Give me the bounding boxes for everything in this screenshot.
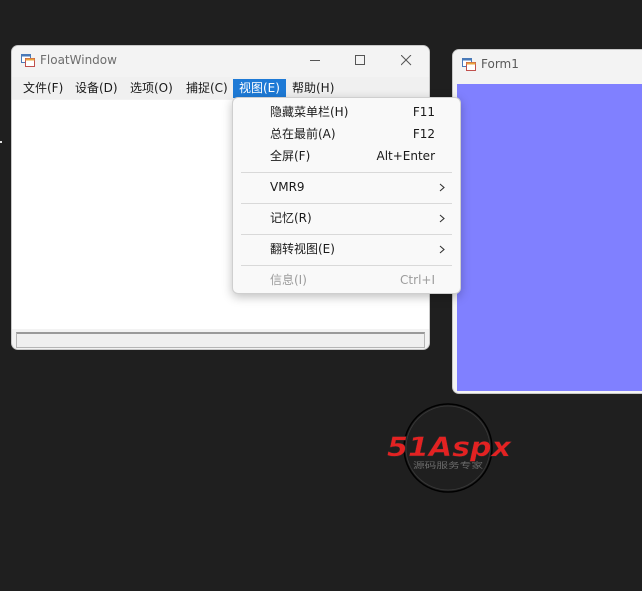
form1-title-bar[interactable]: Form1 bbox=[453, 50, 642, 80]
menu-item-label: 全屏(F) bbox=[270, 149, 311, 163]
minimize-icon bbox=[309, 60, 320, 61]
watermark-tagline: 源码服务专家 bbox=[413, 460, 483, 470]
menu-item-label: VMR9 bbox=[270, 180, 305, 194]
menu-item-flip-view[interactable]: 翻转视图(E) bbox=[233, 238, 460, 260]
watermark-brand: 51Aspx bbox=[387, 432, 513, 463]
close-icon bbox=[400, 55, 411, 66]
menu-item-hide-menubar[interactable]: 隐藏菜单栏(H) F11 bbox=[233, 101, 460, 123]
chevron-right-icon bbox=[439, 245, 445, 254]
maximize-button[interactable] bbox=[337, 46, 383, 75]
menu-help[interactable]: 帮助(H) bbox=[286, 79, 340, 98]
menu-item-shortcut: Ctrl+I bbox=[400, 273, 435, 287]
maximize-icon bbox=[354, 55, 365, 65]
view-menu-dropdown: 隐藏菜单栏(H) F11 总在最前(A) F12 全屏(F) Alt+Enter… bbox=[232, 97, 461, 294]
menu-item-always-on-top[interactable]: 总在最前(A) F12 bbox=[233, 123, 460, 145]
form1-window[interactable]: Form1 bbox=[452, 49, 642, 394]
title-bar[interactable]: FloatWindow bbox=[12, 46, 429, 76]
menu-item-fullscreen[interactable]: 全屏(F) Alt+Enter bbox=[233, 145, 460, 167]
menu-item-label: 总在最前(A) bbox=[270, 127, 336, 141]
menu-item-memory[interactable]: 记忆(R) bbox=[233, 207, 460, 229]
menu-separator bbox=[241, 265, 452, 266]
menu-item-info[interactable]: 信息(I) Ctrl+I bbox=[233, 269, 460, 291]
menu-item-label: 隐藏菜单栏(H) bbox=[270, 105, 349, 119]
menu-item-label: 记忆(R) bbox=[270, 211, 312, 225]
menu-item-label: 翻转视图(E) bbox=[270, 242, 335, 256]
status-bar bbox=[16, 332, 425, 348]
51aspx-watermark-logo: 51Aspx 源码服务专家 bbox=[387, 403, 513, 493]
minimize-button[interactable] bbox=[292, 46, 338, 75]
close-button[interactable] bbox=[383, 46, 429, 75]
menu-separator bbox=[241, 172, 452, 173]
menu-capture[interactable]: 捕捉(C) bbox=[180, 79, 234, 98]
app-window-icon bbox=[21, 54, 35, 67]
menu-item-shortcut: Alt+Enter bbox=[376, 149, 435, 163]
menu-file[interactable]: 文件(F) bbox=[17, 79, 69, 98]
form1-client-area[interactable] bbox=[457, 84, 642, 391]
menu-options[interactable]: 选项(O) bbox=[124, 79, 179, 98]
window-title: FloatWindow bbox=[40, 53, 117, 67]
menu-separator bbox=[241, 234, 452, 235]
menu-device[interactable]: 设备(D) bbox=[69, 79, 124, 98]
chevron-right-icon bbox=[439, 183, 445, 192]
menu-view[interactable]: 视图(E) bbox=[233, 79, 286, 98]
app-window-icon bbox=[462, 58, 476, 71]
form1-title: Form1 bbox=[481, 57, 519, 71]
menu-item-shortcut: F11 bbox=[412, 105, 435, 119]
desktop-edge-mark bbox=[0, 141, 2, 143]
menu-separator bbox=[241, 203, 452, 204]
menu-bar: 文件(F) 设备(D) 选项(O) 捕捉(C) 视图(E) 帮助(H) bbox=[12, 77, 429, 99]
menu-item-vmr9[interactable]: VMR9 bbox=[233, 176, 460, 198]
menu-item-label: 信息(I) bbox=[270, 273, 307, 287]
menu-item-shortcut: F12 bbox=[412, 127, 435, 141]
chevron-right-icon bbox=[439, 214, 445, 223]
